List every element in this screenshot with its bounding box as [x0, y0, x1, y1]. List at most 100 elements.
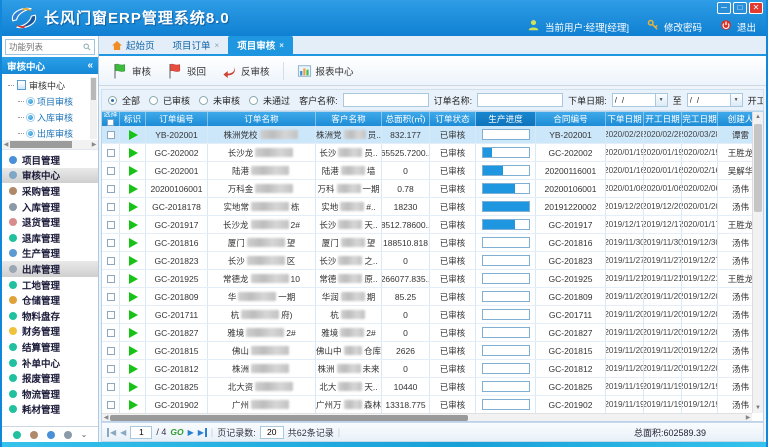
sidebar-group-item[interactable]: 工地管理: [2, 277, 98, 293]
function-search-box[interactable]: [5, 39, 95, 55]
search-input[interactable]: [9, 42, 83, 52]
table-row[interactable]: GC-201827雅境2#雅境2#0已审核GC-2018272019/11/20…: [102, 324, 752, 342]
group-mini-icon[interactable]: [64, 431, 72, 439]
select-all-checkbox[interactable]: [107, 119, 114, 126]
audit-button[interactable]: 审核: [105, 60, 158, 82]
row-checkbox[interactable]: [107, 383, 115, 391]
radio-failed[interactable]: [249, 96, 258, 105]
first-page-button[interactable]: ◀: [107, 428, 116, 437]
order-date-to-input[interactable]: [687, 93, 731, 107]
table-row[interactable]: GC-2018178实地常栋实地#..18230已审核2019122000220…: [102, 198, 752, 216]
reject-button[interactable]: 驳回: [160, 60, 213, 82]
next-page-button[interactable]: ▶: [188, 428, 194, 437]
sidebar-group-item[interactable]: 耗材管理: [2, 402, 98, 418]
maximize-button[interactable]: □: [733, 2, 747, 14]
sidebar-group-item[interactable]: 采购管理: [2, 183, 98, 199]
sidebar-group-item[interactable]: 物流管理: [2, 386, 98, 402]
group-mini-icon[interactable]: [47, 431, 55, 439]
radio-unaudited[interactable]: [199, 96, 208, 105]
column-header[interactable]: 选择: [102, 112, 120, 126]
sidebar-group-item[interactable]: 财务管理: [2, 324, 98, 340]
table-row[interactable]: GC-201825北大资北大天..10440已审核GC-2018252019/1…: [102, 378, 752, 396]
order-date-from-input[interactable]: [612, 93, 656, 107]
close-tab-icon[interactable]: ×: [279, 41, 284, 50]
last-page-button[interactable]: ▶: [198, 428, 207, 437]
column-header[interactable]: 合同编号: [536, 112, 606, 126]
sidebar-group-item[interactable]: 项目管理: [2, 152, 98, 168]
grid-horizontal-scrollbar[interactable]: ◀ ▶: [102, 413, 752, 421]
sidebar-group-item[interactable]: 结算管理: [2, 339, 98, 355]
sidebar-group-item[interactable]: 出库管理: [2, 261, 98, 277]
column-header[interactable]: 下单日期: [606, 112, 644, 126]
sidebar-group-item[interactable]: 报废管理: [2, 370, 98, 386]
tree-horizontal-scrollbar[interactable]: ◀ ▶: [2, 140, 98, 149]
sidebar-group-item[interactable]: 退库管理: [2, 230, 98, 246]
scrollbar-thumb[interactable]: [110, 415, 468, 421]
row-checkbox[interactable]: [107, 347, 115, 355]
column-header[interactable]: 总面积(㎡): [382, 112, 430, 126]
table-row[interactable]: GC-201815佛山佛山中仓库2626已审核GC-2018152019/11/…: [102, 342, 752, 360]
row-checkbox[interactable]: [107, 149, 115, 157]
row-checkbox[interactable]: [107, 131, 115, 139]
more-groups-icon[interactable]: ⌄: [81, 430, 88, 439]
column-header[interactable]: 订单状态: [430, 112, 476, 126]
table-row[interactable]: GC-201917长沙龙2#长沙天..8512.78600..已审核GC-201…: [102, 216, 752, 234]
radio-audited[interactable]: [149, 96, 158, 105]
tab-home[interactable]: 起始页: [103, 36, 164, 54]
tree-node[interactable]: 出库审核: [2, 125, 98, 141]
table-row[interactable]: GC-201823长沙区长沙之..0已审核GC-2018232019/11/27…: [102, 252, 752, 270]
scroll-right-icon[interactable]: ▶: [90, 141, 98, 148]
row-checkbox[interactable]: [107, 311, 115, 319]
table-row[interactable]: GC-201809华一期华润期85.25已审核GC-2018092019/11/…: [102, 288, 752, 306]
unaudit-button[interactable]: 反审核: [215, 61, 277, 81]
row-checkbox[interactable]: [107, 275, 115, 283]
page-size-input[interactable]: [260, 426, 284, 439]
sidebar-group-item[interactable]: 退货管理: [2, 214, 98, 230]
sidebar-group-item[interactable]: 物料盘存: [2, 308, 98, 324]
sidebar-group-item[interactable]: 审核中心: [2, 168, 98, 184]
row-checkbox[interactable]: [107, 293, 115, 301]
calendar-dropdown-icon[interactable]: ▼: [731, 93, 743, 107]
row-checkbox[interactable]: [107, 329, 115, 337]
customer-name-input[interactable]: [343, 93, 429, 107]
table-row[interactable]: GC-201816厦门望厦门望188510.818已审核GC-201816201…: [102, 234, 752, 252]
column-header[interactable]: 开工日期: [644, 112, 682, 126]
table-row[interactable]: GC-202002长沙龙长沙员..65525.7200..已审核GC-20200…: [102, 144, 752, 162]
row-checkbox[interactable]: [107, 365, 115, 373]
row-checkbox[interactable]: [107, 167, 115, 175]
sidebar-group-item[interactable]: 入库管理: [2, 199, 98, 215]
row-checkbox[interactable]: [107, 401, 115, 409]
scroll-down-icon[interactable]: ▼: [753, 403, 763, 413]
sidebar-group-item[interactable]: 仓储管理: [2, 292, 98, 308]
scroll-up-icon[interactable]: ▲: [753, 112, 763, 122]
scroll-right-icon[interactable]: ▶: [744, 414, 752, 421]
tree-node[interactable]: 入库审核: [2, 109, 98, 125]
tab-project-order[interactable]: 项目订单×: [164, 36, 229, 54]
logout-link[interactable]: 退出: [737, 20, 756, 34]
radio-all[interactable]: [108, 96, 117, 105]
tree-root-node[interactable]: 审核中心: [2, 77, 98, 93]
go-button[interactable]: GO: [170, 427, 183, 437]
order-name-input[interactable]: [477, 93, 563, 107]
table-row[interactable]: 20200106001万科金万科一期0.78已审核202001060012020…: [102, 180, 752, 198]
column-header[interactable]: 标识: [120, 112, 146, 126]
group-mini-icon[interactable]: [30, 431, 38, 439]
table-row[interactable]: GC-202001陆港陆港墙0已审核202001160012020/01/162…: [102, 162, 752, 180]
report-center-button[interactable]: 报表中心: [290, 61, 361, 81]
row-checkbox[interactable]: [107, 239, 115, 247]
table-row[interactable]: GC-201711杭府)杭0已审核GC-2017112019/11/202019…: [102, 306, 752, 324]
scroll-left-icon[interactable]: ◀: [102, 414, 110, 421]
page-number-input[interactable]: [130, 426, 152, 439]
tab-project-audit[interactable]: 项目审核×: [228, 36, 293, 54]
row-checkbox[interactable]: [107, 203, 115, 211]
table-row[interactable]: YB-202001株洲党校株洲党员..832.177已审核YB-20200120…: [102, 126, 752, 144]
change-password-link[interactable]: 修改密码: [664, 20, 702, 34]
sidebar-group-item[interactable]: 生产管理: [2, 246, 98, 262]
minimize-button[interactable]: ─: [717, 2, 731, 14]
table-row[interactable]: GC-201902广州广州万森林13318.775已审核GC-201902201…: [102, 396, 752, 413]
close-tab-icon[interactable]: ×: [215, 41, 220, 50]
row-checkbox[interactable]: [107, 221, 115, 229]
column-header[interactable]: 订单名称: [208, 112, 316, 126]
close-button[interactable]: ✕: [749, 2, 763, 14]
group-mini-icon[interactable]: [13, 431, 21, 439]
